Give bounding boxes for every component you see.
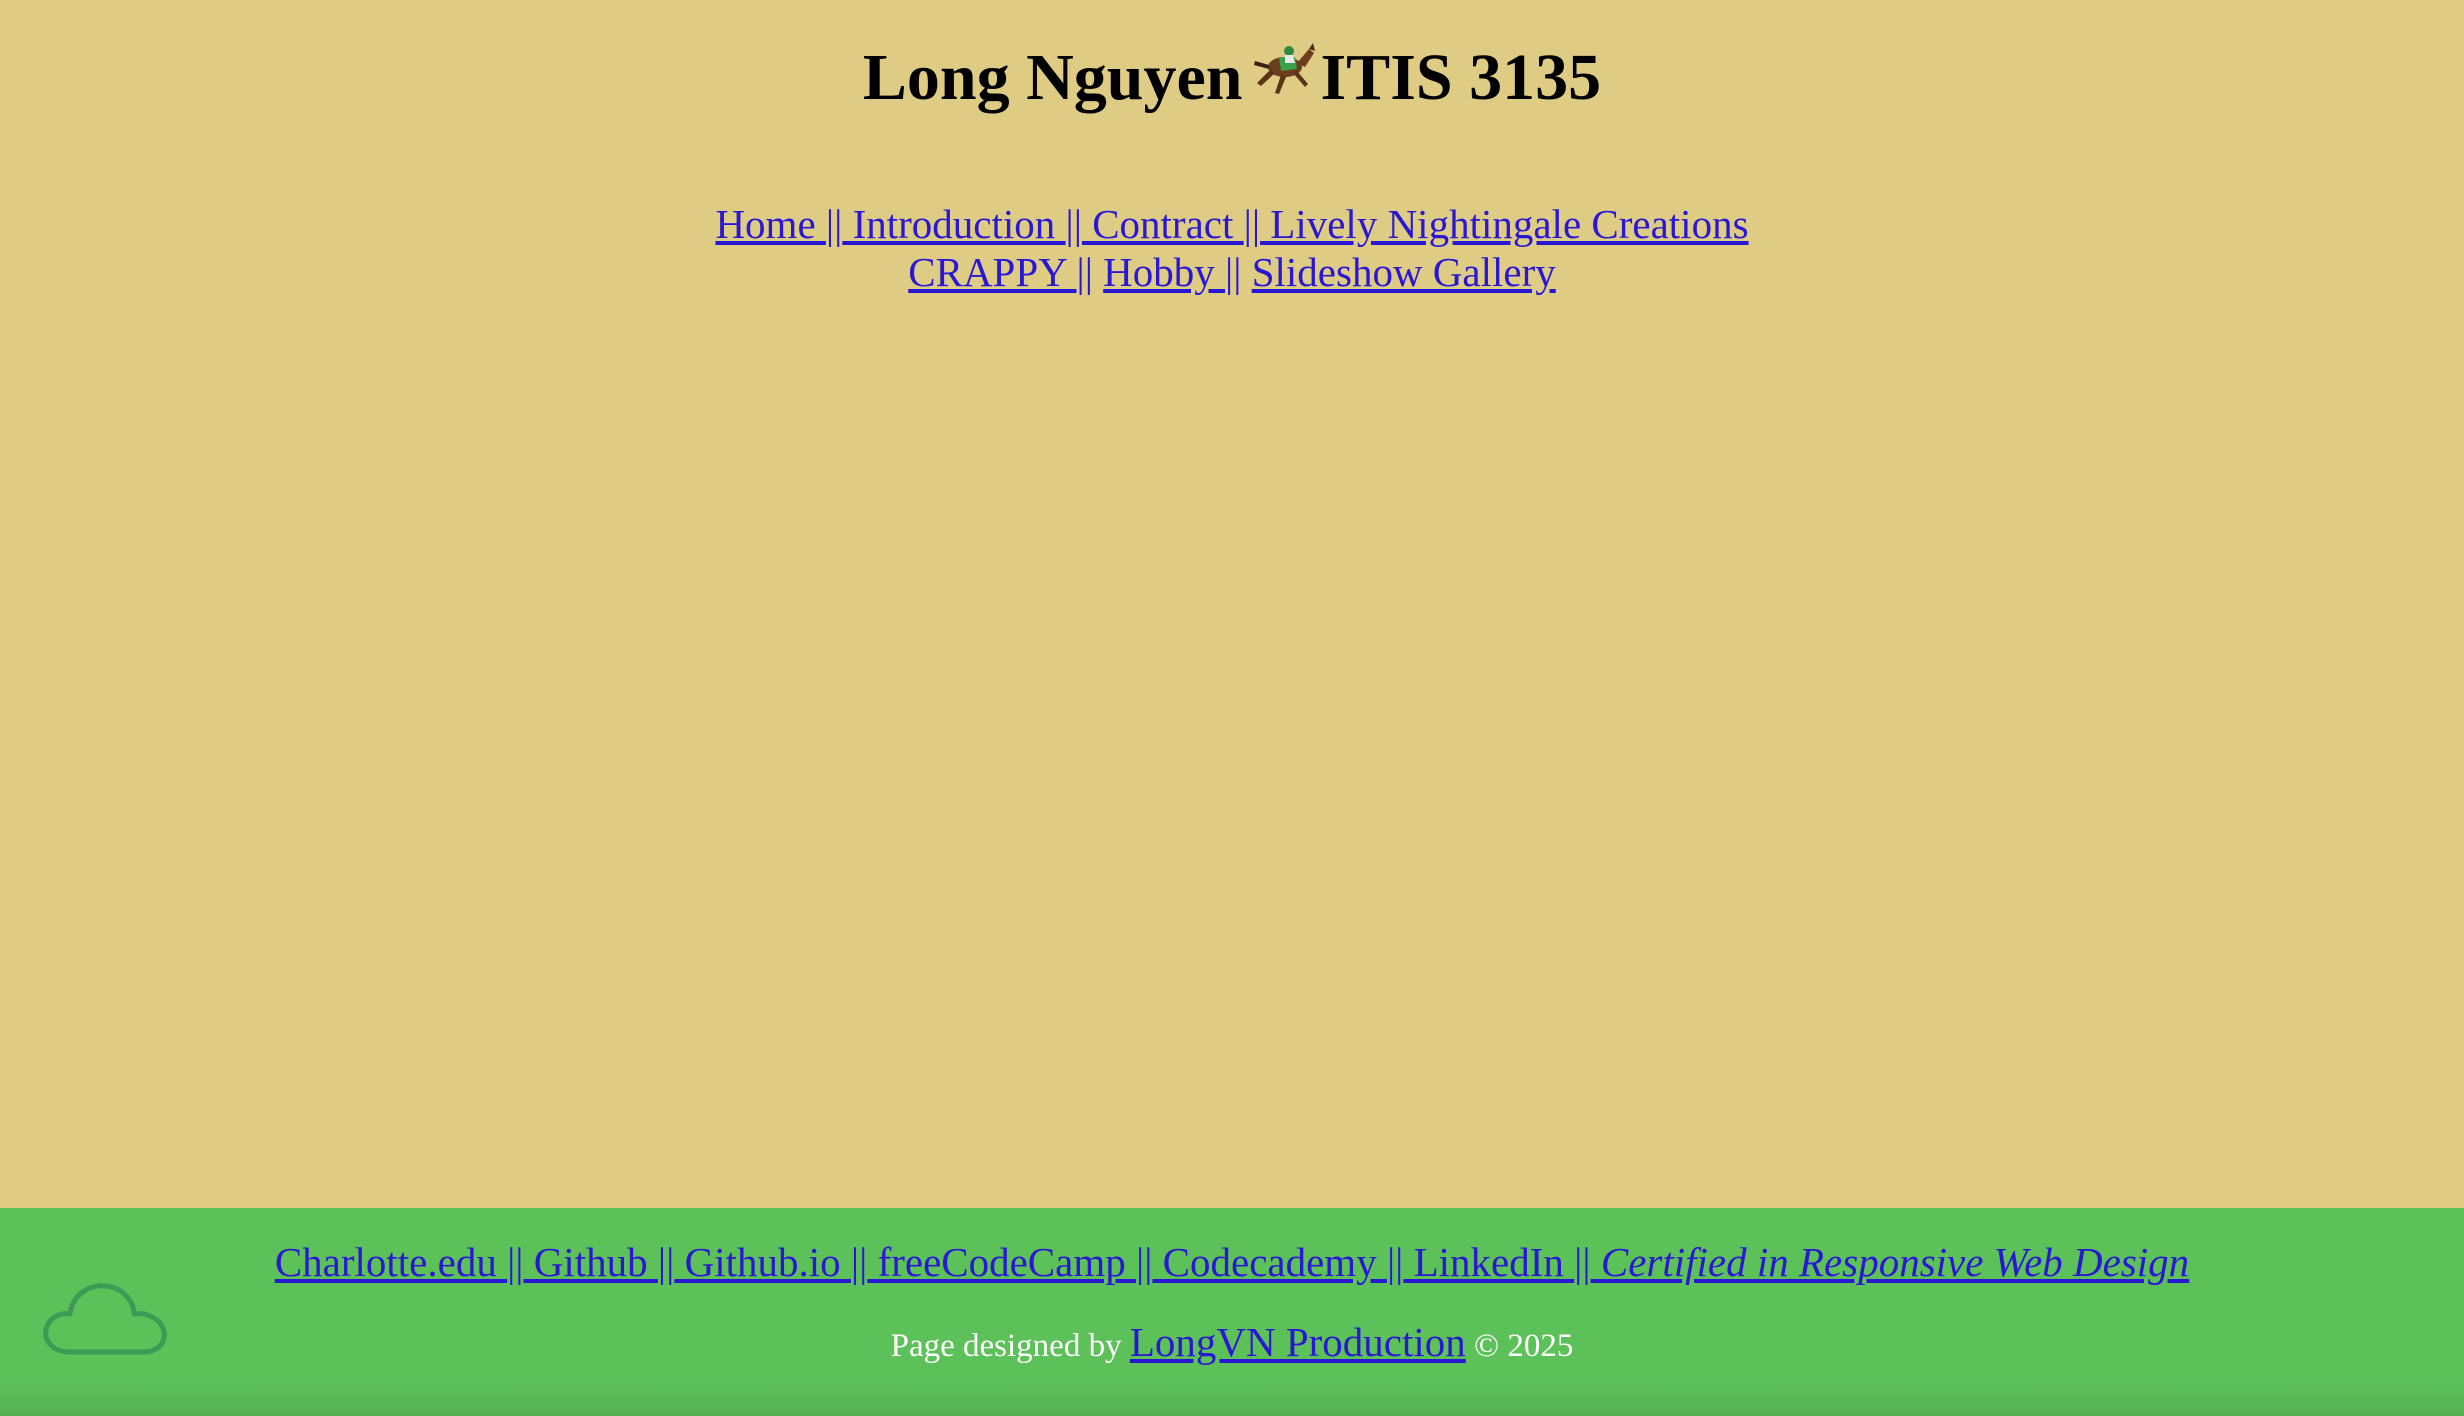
nav-row-2: CRAPPY || Hobby || Slideshow Gallery xyxy=(0,248,2464,296)
footer-separator[interactable]: || xyxy=(1574,1239,1590,1285)
nav-row-1: Home || Introduction || Contract || Live… xyxy=(0,200,2464,248)
footer-link-github[interactable]: Github xyxy=(524,1239,658,1285)
nav-separator[interactable]: || xyxy=(1066,201,1082,247)
nav-separator: || xyxy=(1076,248,1093,295)
title-course: ITIS 3135 xyxy=(1320,41,1602,114)
footer-credit: Page designed by LongVN Production © 202… xyxy=(0,1318,2464,1370)
nav-link-introduction[interactable]: Introduction xyxy=(842,201,1065,247)
footer-link-charlotte[interactable]: Charlotte.edu xyxy=(275,1239,507,1285)
nav-link-lively-nightingale-creations[interactable]: Lively Nightingale Creations xyxy=(1260,201,1748,247)
horse-racing-icon xyxy=(1251,38,1317,118)
nav-link-slideshow-gallery[interactable]: Slideshow Gallery xyxy=(1252,249,1556,295)
nav-separator[interactable]: || xyxy=(1244,201,1260,247)
cloud-icon xyxy=(40,1274,172,1363)
footer-link-github-io[interactable]: Github.io xyxy=(674,1239,851,1285)
main-navigation: Home || Introduction || Contract || Live… xyxy=(0,200,2464,296)
page-header: Long Nguyen ITIS 3135 xyxy=(0,0,2464,124)
nav-link-hobby[interactable]: Hobby xyxy=(1103,249,1225,295)
nav-link-home[interactable]: Home xyxy=(715,201,825,247)
title-name: Long Nguyen xyxy=(862,41,1243,114)
footer-separator[interactable]: || xyxy=(1136,1239,1152,1285)
footer-separator[interactable]: || xyxy=(851,1239,867,1285)
footer-separator[interactable]: || xyxy=(658,1239,674,1285)
footer-link-freecodecamp[interactable]: freeCodeCamp xyxy=(867,1239,1136,1285)
credit-prefix: Page designed by xyxy=(890,1328,1130,1364)
footer-link-codecademy[interactable]: Codecademy xyxy=(1152,1239,1387,1285)
credit-link-longvn-production[interactable]: LongVN Production xyxy=(1130,1319,1466,1365)
nav-separator[interactable]: || xyxy=(826,201,842,247)
footer-separator[interactable]: || xyxy=(1387,1239,1403,1285)
footer-separator[interactable]: || xyxy=(507,1239,523,1285)
page-title: Long Nguyen ITIS 3135 xyxy=(0,38,2464,124)
footer-link-linkedin[interactable]: LinkedIn xyxy=(1403,1239,1574,1285)
nav-separator: || xyxy=(1225,248,1242,295)
footer-link-certification[interactable]: Certified in Responsive Web Design xyxy=(1591,1239,2189,1285)
nav-link-crappy[interactable]: CRAPPY xyxy=(908,249,1076,295)
nav-link-contract[interactable]: Contract xyxy=(1082,201,1244,247)
page-footer: Charlotte.edu || Github || Github.io || … xyxy=(0,1208,2464,1416)
footer-links: Charlotte.edu || Github || Github.io || … xyxy=(0,1238,2464,1286)
credit-copyright: © 2025 xyxy=(1465,1328,1574,1364)
